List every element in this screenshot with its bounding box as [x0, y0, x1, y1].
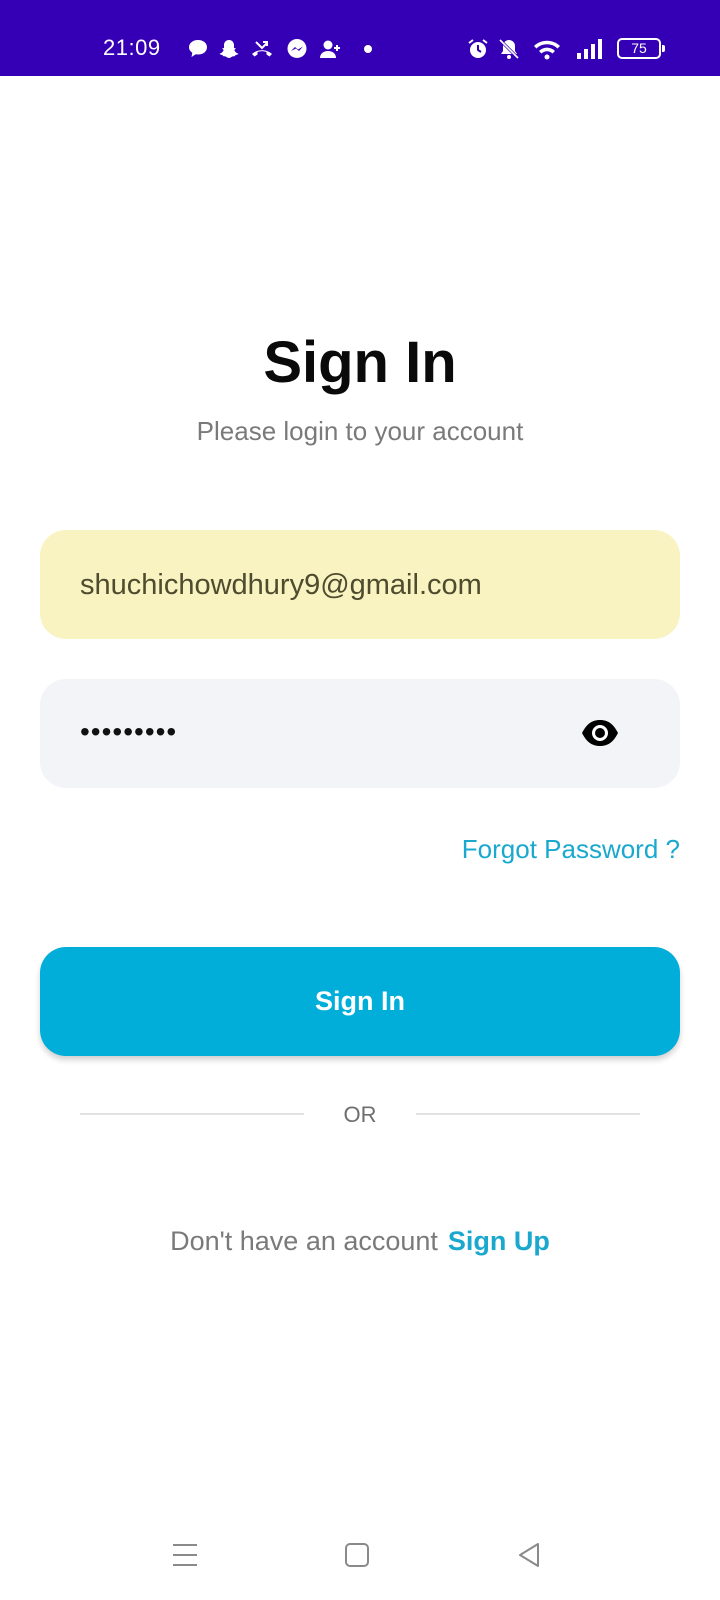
add-person-icon	[318, 37, 342, 61]
signup-prompt: Don't have an account	[170, 1226, 438, 1256]
missed-call-icon	[250, 37, 274, 61]
status-time: 21:09	[103, 35, 161, 60]
page-title: Sign In	[263, 330, 457, 395]
page-subtitle: Please login to your account	[196, 416, 524, 446]
divider-line-right	[416, 1113, 640, 1115]
signup-row: Don't have an account Sign Up	[0, 1224, 720, 1258]
email-field[interactable]: shuchichowdhury9@gmail.com	[40, 530, 680, 639]
divider-or-label: OR	[343, 1102, 377, 1127]
dot-icon	[360, 37, 376, 61]
navigation-bar	[0, 1530, 720, 1580]
signal-icon	[575, 37, 607, 61]
back-icon[interactable]	[514, 1540, 544, 1570]
home-icon[interactable]	[342, 1540, 372, 1570]
sign-up-link[interactable]: Sign Up	[448, 1226, 550, 1256]
eye-icon[interactable]	[580, 717, 620, 749]
wifi-icon	[532, 37, 562, 61]
menu-icon[interactable]	[170, 1540, 200, 1570]
password-field[interactable]: •••••••••	[40, 679, 680, 788]
password-value: •••••••••	[80, 716, 178, 747]
chat-bubble-icon	[186, 37, 210, 61]
battery-indicator: 75	[617, 38, 665, 59]
snapchat-icon	[217, 37, 241, 61]
forgot-password-link[interactable]: Forgot Password ?	[462, 832, 680, 866]
email-value: shuchichowdhury9@gmail.com	[80, 569, 482, 601]
alarm-icon	[466, 37, 490, 61]
messenger-icon	[285, 37, 309, 61]
sign-in-button[interactable]: Sign In	[40, 947, 680, 1056]
status-bar: 21:09 75	[0, 0, 720, 76]
mute-icon	[497, 37, 521, 61]
